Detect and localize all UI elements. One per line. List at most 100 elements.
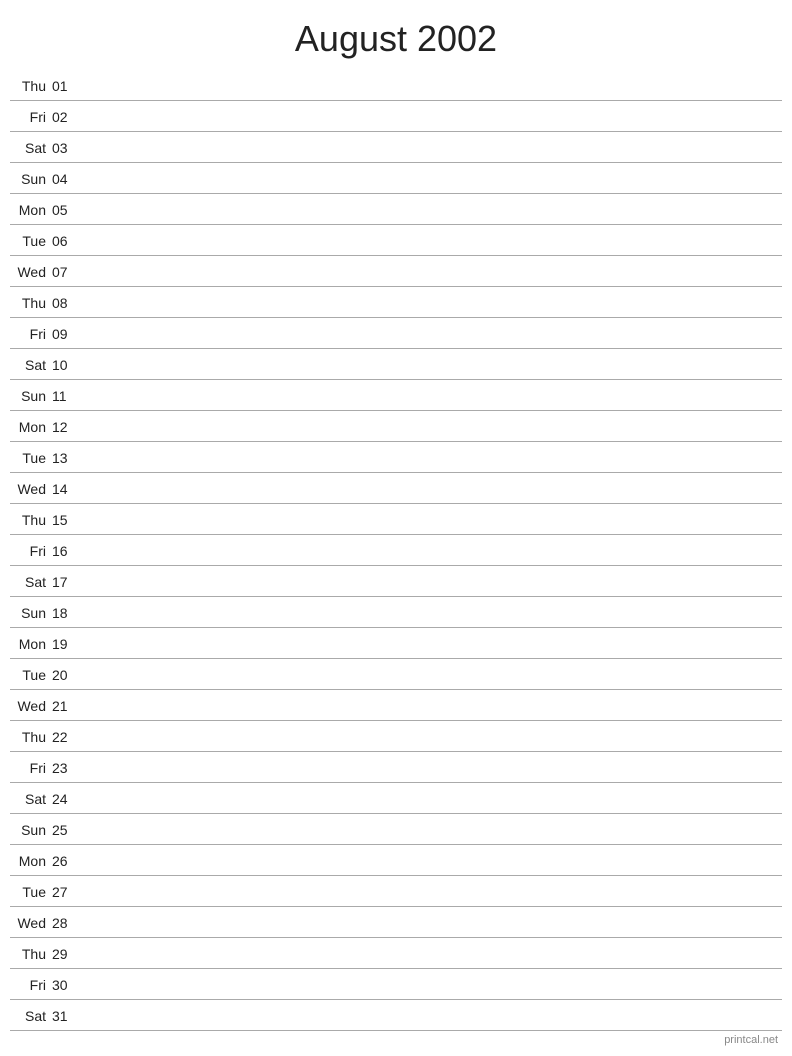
day-number: 10 bbox=[52, 357, 80, 373]
day-number: 14 bbox=[52, 481, 80, 497]
day-row: Sat10 bbox=[10, 349, 782, 380]
day-name: Tue bbox=[10, 233, 52, 249]
day-number: 26 bbox=[52, 853, 80, 869]
day-line bbox=[80, 148, 782, 149]
day-name: Tue bbox=[10, 667, 52, 683]
day-row: Sun04 bbox=[10, 163, 782, 194]
day-row: Sat03 bbox=[10, 132, 782, 163]
day-line bbox=[80, 1016, 782, 1017]
day-name: Wed bbox=[10, 698, 52, 714]
day-name: Mon bbox=[10, 419, 52, 435]
day-row: Tue06 bbox=[10, 225, 782, 256]
day-line bbox=[80, 861, 782, 862]
day-number: 30 bbox=[52, 977, 80, 993]
day-number: 06 bbox=[52, 233, 80, 249]
day-number: 16 bbox=[52, 543, 80, 559]
day-name: Tue bbox=[10, 884, 52, 900]
day-row: Thu08 bbox=[10, 287, 782, 318]
day-number: 29 bbox=[52, 946, 80, 962]
day-number: 23 bbox=[52, 760, 80, 776]
day-line bbox=[80, 117, 782, 118]
day-name: Sat bbox=[10, 574, 52, 590]
day-row: Sat24 bbox=[10, 783, 782, 814]
day-row: Mon05 bbox=[10, 194, 782, 225]
day-line bbox=[80, 427, 782, 428]
day-row: Fri16 bbox=[10, 535, 782, 566]
day-name: Sun bbox=[10, 171, 52, 187]
day-row: Tue13 bbox=[10, 442, 782, 473]
day-line bbox=[80, 86, 782, 87]
day-number: 21 bbox=[52, 698, 80, 714]
day-line bbox=[80, 954, 782, 955]
day-number: 31 bbox=[52, 1008, 80, 1024]
day-row: Wed28 bbox=[10, 907, 782, 938]
day-name: Mon bbox=[10, 636, 52, 652]
day-line bbox=[80, 303, 782, 304]
day-number: 27 bbox=[52, 884, 80, 900]
day-line bbox=[80, 923, 782, 924]
day-name: Sun bbox=[10, 388, 52, 404]
day-row: Mon26 bbox=[10, 845, 782, 876]
day-number: 24 bbox=[52, 791, 80, 807]
day-line bbox=[80, 644, 782, 645]
day-row: Wed07 bbox=[10, 256, 782, 287]
day-number: 08 bbox=[52, 295, 80, 311]
day-line bbox=[80, 489, 782, 490]
day-number: 13 bbox=[52, 450, 80, 466]
footer-label: printcal.net bbox=[724, 1034, 778, 1046]
day-line bbox=[80, 985, 782, 986]
day-number: 19 bbox=[52, 636, 80, 652]
day-line bbox=[80, 675, 782, 676]
day-name: Wed bbox=[10, 481, 52, 497]
day-row: Thu29 bbox=[10, 938, 782, 969]
day-line bbox=[80, 768, 782, 769]
day-line bbox=[80, 365, 782, 366]
day-name: Mon bbox=[10, 853, 52, 869]
day-name: Sat bbox=[10, 1008, 52, 1024]
day-row: Mon19 bbox=[10, 628, 782, 659]
day-name: Thu bbox=[10, 729, 52, 745]
day-name: Mon bbox=[10, 202, 52, 218]
day-line bbox=[80, 272, 782, 273]
day-line bbox=[80, 210, 782, 211]
day-number: 05 bbox=[52, 202, 80, 218]
day-line bbox=[80, 458, 782, 459]
day-row: Fri02 bbox=[10, 101, 782, 132]
day-number: 02 bbox=[52, 109, 80, 125]
day-row: Sat31 bbox=[10, 1000, 782, 1031]
day-name: Sun bbox=[10, 822, 52, 838]
day-number: 22 bbox=[52, 729, 80, 745]
day-name: Sat bbox=[10, 791, 52, 807]
day-number: 17 bbox=[52, 574, 80, 590]
day-number: 25 bbox=[52, 822, 80, 838]
day-name: Fri bbox=[10, 543, 52, 559]
day-row: Fri30 bbox=[10, 969, 782, 1000]
day-line bbox=[80, 706, 782, 707]
day-line bbox=[80, 396, 782, 397]
day-line bbox=[80, 582, 782, 583]
day-line bbox=[80, 520, 782, 521]
day-row: Sat17 bbox=[10, 566, 782, 597]
day-name: Tue bbox=[10, 450, 52, 466]
day-row: Tue20 bbox=[10, 659, 782, 690]
day-number: 01 bbox=[52, 78, 80, 94]
day-line bbox=[80, 799, 782, 800]
page-title: August 2002 bbox=[0, 0, 792, 70]
calendar-grid: Thu01Fri02Sat03Sun04Mon05Tue06Wed07Thu08… bbox=[0, 70, 792, 1031]
day-name: Thu bbox=[10, 78, 52, 94]
day-name: Sat bbox=[10, 357, 52, 373]
day-name: Fri bbox=[10, 760, 52, 776]
day-number: 07 bbox=[52, 264, 80, 280]
day-name: Thu bbox=[10, 946, 52, 962]
day-number: 09 bbox=[52, 326, 80, 342]
day-row: Thu15 bbox=[10, 504, 782, 535]
day-row: Wed21 bbox=[10, 690, 782, 721]
day-number: 12 bbox=[52, 419, 80, 435]
day-number: 04 bbox=[52, 171, 80, 187]
day-row: Fri23 bbox=[10, 752, 782, 783]
day-name: Thu bbox=[10, 512, 52, 528]
day-row: Mon12 bbox=[10, 411, 782, 442]
day-line bbox=[80, 892, 782, 893]
day-number: 20 bbox=[52, 667, 80, 683]
day-line bbox=[80, 334, 782, 335]
